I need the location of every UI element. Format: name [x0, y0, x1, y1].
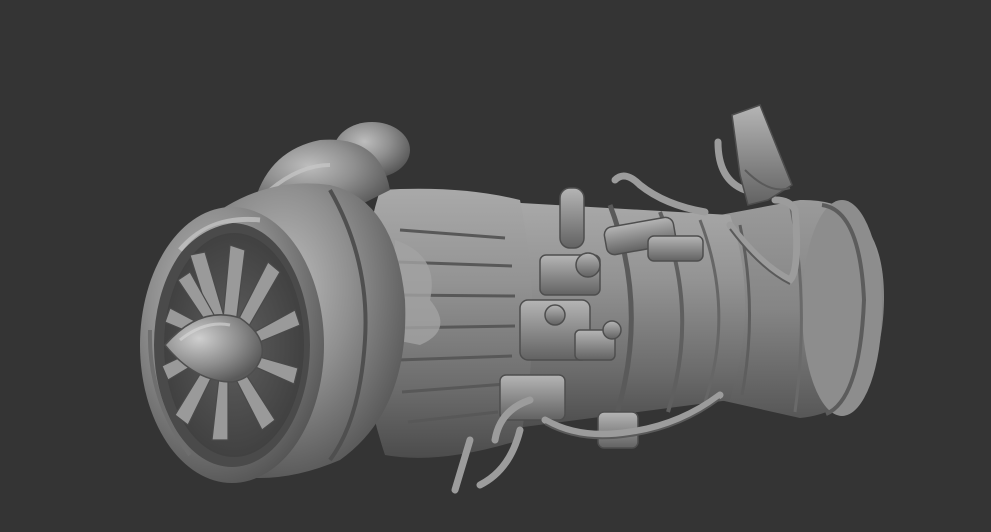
sculpt-viewport[interactable]: [0, 0, 991, 532]
jet-engine-model[interactable]: [0, 0, 991, 532]
